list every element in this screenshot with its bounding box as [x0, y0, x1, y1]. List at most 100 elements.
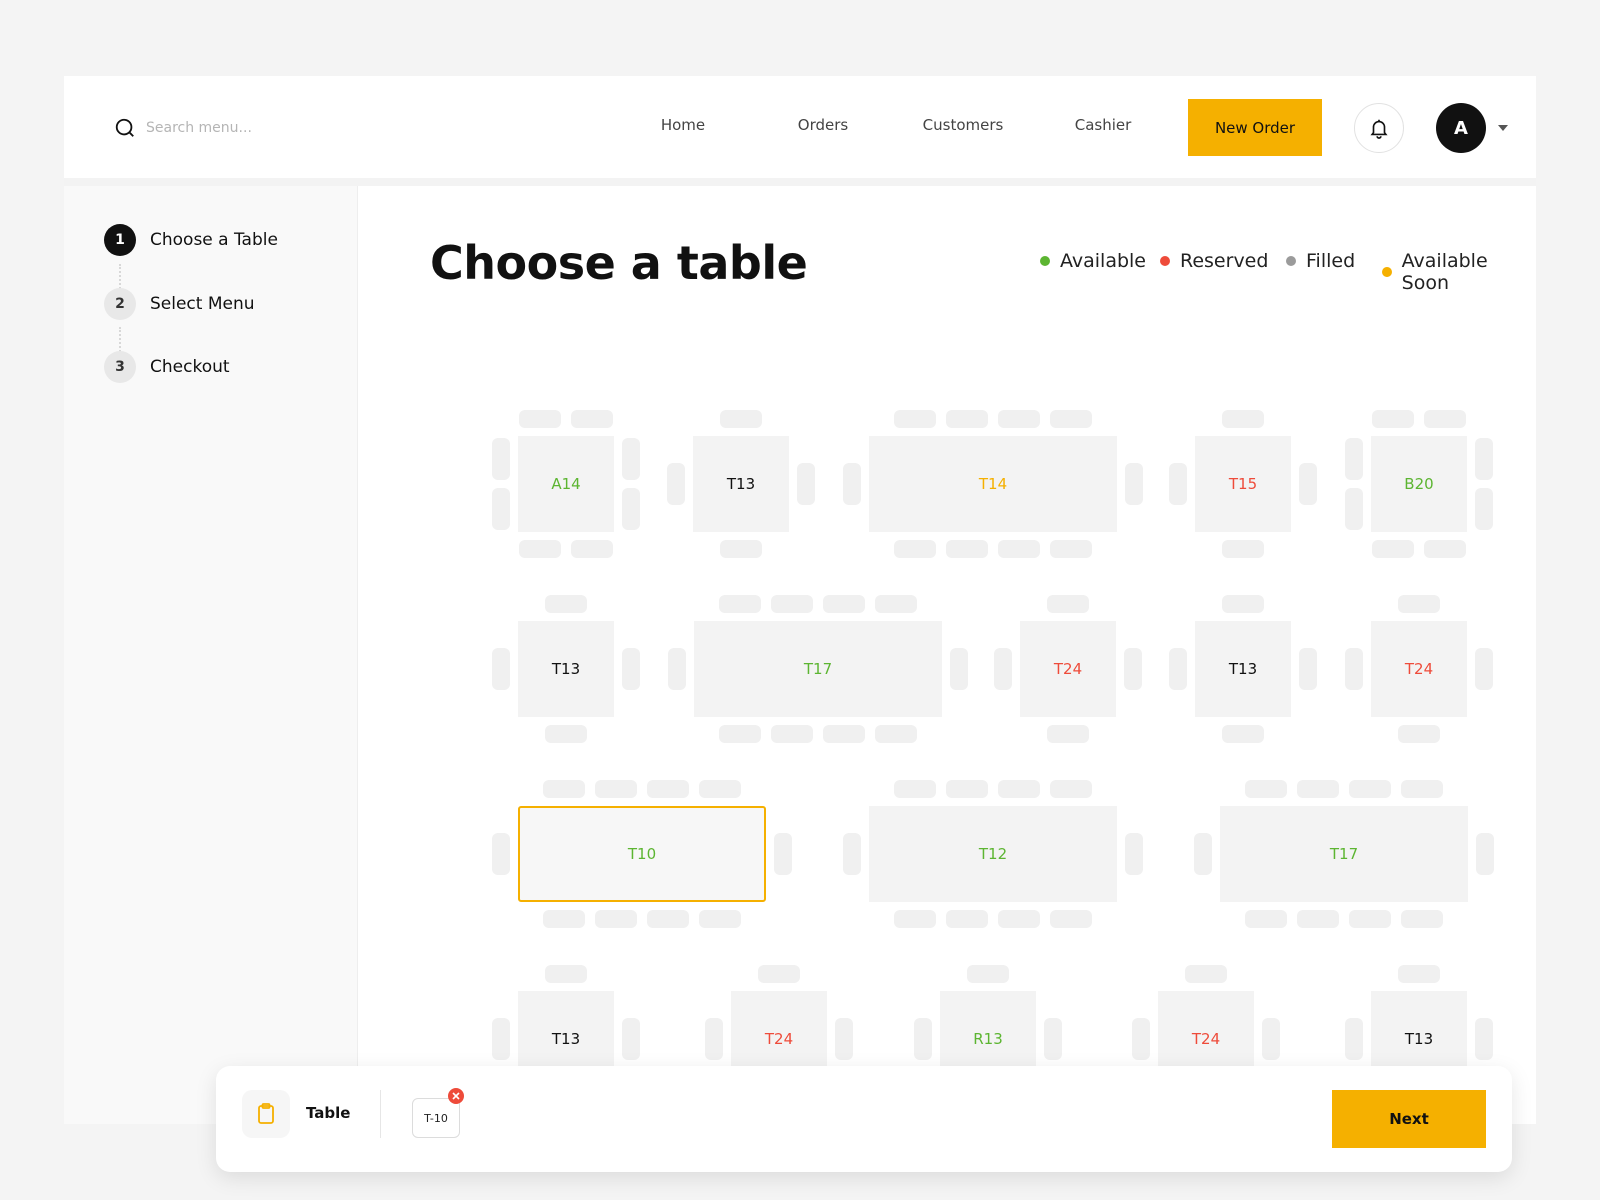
- chair: [1169, 648, 1187, 690]
- table-t15[interactable]: T15: [1195, 436, 1291, 532]
- chair: [946, 410, 988, 428]
- chair: [1345, 1018, 1363, 1060]
- table-t13[interactable]: T13: [693, 436, 789, 532]
- close-icon: [452, 1092, 460, 1100]
- chair: [492, 1018, 510, 1060]
- step-label: Checkout: [150, 357, 230, 377]
- nav-orders[interactable]: Orders: [768, 116, 878, 134]
- table-a14[interactable]: A14: [518, 436, 614, 532]
- chair: [1194, 833, 1212, 875]
- chair: [998, 410, 1040, 428]
- step-number: 2: [104, 288, 136, 320]
- chair: [1245, 910, 1287, 928]
- table-t17[interactable]: T17: [694, 621, 942, 717]
- chair: [699, 780, 741, 798]
- notifications-button[interactable]: [1354, 103, 1404, 153]
- chair: [771, 595, 813, 613]
- table-t10[interactable]: T10: [518, 806, 766, 902]
- chair: [720, 540, 762, 558]
- next-button[interactable]: Next: [1332, 1090, 1486, 1148]
- chair: [1047, 595, 1089, 613]
- step-label: Choose a Table: [150, 230, 278, 250]
- chair: [998, 780, 1040, 798]
- remove-selection-button[interactable]: [448, 1088, 464, 1104]
- bell-icon: [1370, 119, 1388, 139]
- nav-cashier[interactable]: Cashier: [1048, 116, 1158, 134]
- chair: [998, 910, 1040, 928]
- chair: [1345, 488, 1363, 530]
- step-select-menu[interactable]: 2 Select Menu: [104, 288, 255, 320]
- chair: [843, 463, 861, 505]
- new-order-button[interactable]: New Order: [1188, 99, 1322, 156]
- chair: [545, 595, 587, 613]
- table-t13[interactable]: T13: [1195, 621, 1291, 717]
- selection-bar: Table T-10 Next: [216, 1066, 1512, 1172]
- chair: [545, 965, 587, 983]
- chair: [1424, 410, 1466, 428]
- chair: [894, 780, 936, 798]
- chair: [946, 540, 988, 558]
- table-t24[interactable]: T24: [1371, 621, 1467, 717]
- chair: [699, 910, 741, 928]
- chair: [1050, 780, 1092, 798]
- chair: [1047, 725, 1089, 743]
- chair: [571, 540, 613, 558]
- chair: [1125, 463, 1143, 505]
- table-t24[interactable]: T24: [1020, 621, 1116, 717]
- app-window: Home Orders Customers Cashier New Order …: [64, 76, 1536, 1172]
- caret-down-icon: [1498, 125, 1508, 131]
- search-input[interactable]: [146, 120, 346, 136]
- step-number: 1: [104, 224, 136, 256]
- chair: [543, 910, 585, 928]
- chair: [1222, 725, 1264, 743]
- step-label: Select Menu: [150, 294, 255, 314]
- chair: [719, 725, 761, 743]
- table-t12[interactable]: T12: [869, 806, 1117, 902]
- chair: [1299, 463, 1317, 505]
- chair: [519, 410, 561, 428]
- chair: [1297, 910, 1339, 928]
- chair: [1262, 1018, 1280, 1060]
- chair: [1475, 1018, 1493, 1060]
- chair: [1124, 648, 1142, 690]
- chair: [946, 780, 988, 798]
- chair: [875, 725, 917, 743]
- table-t17[interactable]: T17: [1220, 806, 1468, 902]
- chair: [1372, 540, 1414, 558]
- chair: [1297, 780, 1339, 798]
- chair: [492, 833, 510, 875]
- chair: [894, 910, 936, 928]
- chair: [1185, 965, 1227, 983]
- table-t14[interactable]: T14: [869, 436, 1117, 532]
- chair: [946, 910, 988, 928]
- account-menu-toggle[interactable]: [1496, 122, 1510, 134]
- table-b20[interactable]: B20: [1371, 436, 1467, 532]
- chair: [1125, 833, 1143, 875]
- chair: [519, 540, 561, 558]
- chair: [1299, 648, 1317, 690]
- chair: [571, 410, 613, 428]
- chair: [647, 910, 689, 928]
- clipboard-icon: [258, 1103, 274, 1124]
- steps-sidebar: 1 Choose a Table 2 Select Menu 3 Checkou…: [64, 186, 358, 1124]
- chair: [1475, 648, 1493, 690]
- chair: [914, 1018, 932, 1060]
- table-t13[interactable]: T13: [518, 621, 614, 717]
- chair: [1345, 438, 1363, 480]
- search-bar[interactable]: [114, 114, 374, 142]
- nav-home[interactable]: Home: [628, 116, 738, 134]
- chair: [705, 1018, 723, 1060]
- chair: [1050, 410, 1092, 428]
- chair: [492, 438, 510, 480]
- clipboard-icon-box: [242, 1090, 290, 1138]
- step-checkout[interactable]: 3 Checkout: [104, 351, 230, 383]
- chair: [1222, 595, 1264, 613]
- chair: [797, 463, 815, 505]
- user-avatar[interactable]: A: [1436, 103, 1486, 153]
- step-choose-table[interactable]: 1 Choose a Table: [104, 224, 278, 256]
- chair: [1132, 1018, 1150, 1060]
- chair: [1372, 410, 1414, 428]
- chair: [1349, 910, 1391, 928]
- nav-customers[interactable]: Customers: [908, 116, 1018, 134]
- chair: [1424, 540, 1466, 558]
